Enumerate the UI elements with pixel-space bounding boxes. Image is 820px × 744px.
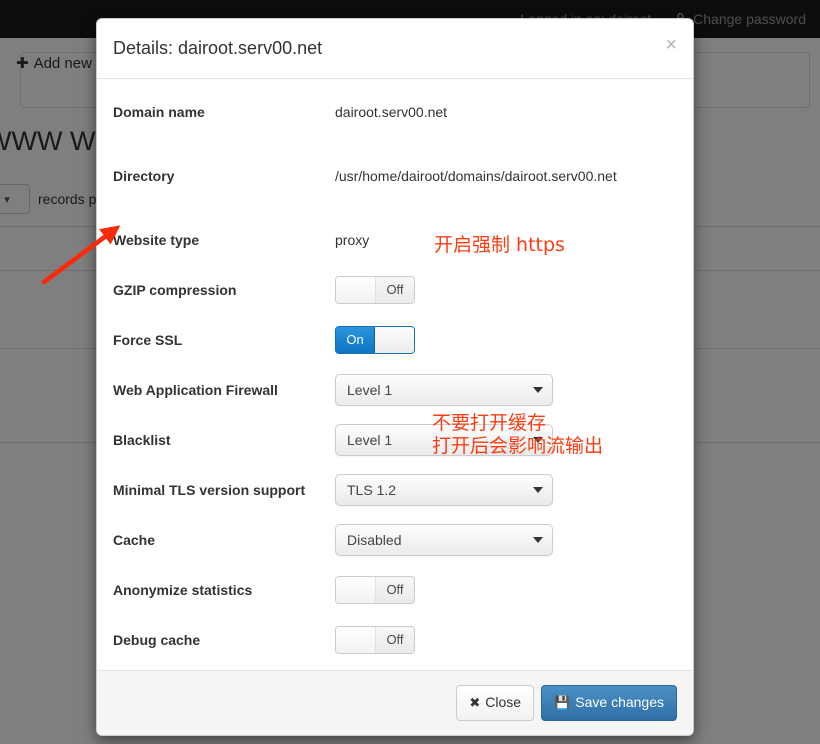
- row-spacer: [113, 456, 677, 474]
- toggle-state-label: Off: [375, 577, 414, 603]
- field-value-domain-name: dairoot.serv00.net: [335, 104, 447, 120]
- row-spacer: [113, 356, 677, 374]
- chevron-down-icon: [533, 537, 543, 543]
- chevron-down-icon: [533, 437, 543, 443]
- select-value: Level 1: [347, 382, 533, 398]
- chevron-down-icon: [533, 387, 543, 393]
- toggle-state-label: Off: [375, 277, 414, 303]
- modal-header: Details: dairoot.serv00.net ×: [97, 19, 693, 79]
- field-label: Directory: [113, 168, 335, 184]
- field-row-domain-name: Domain name dairoot.serv00.net: [113, 96, 677, 128]
- field-label: Web Application Firewall: [113, 382, 335, 398]
- debug-cache-toggle[interactable]: Off: [335, 626, 415, 654]
- field-label: Debug cache: [113, 632, 335, 648]
- row-spacer: [113, 256, 677, 274]
- select-value: TLS 1.2: [347, 482, 533, 498]
- row-spacer: [113, 192, 677, 224]
- field-label: GZIP compression: [113, 282, 335, 298]
- close-button-label: Close: [485, 693, 521, 713]
- close-icon[interactable]: ×: [665, 35, 677, 55]
- field-row-gzip-compression: GZIP compression Off: [113, 274, 677, 306]
- field-label: Website type: [113, 232, 335, 248]
- field-row-anonymize-statistics: Anonymize statistics Off: [113, 574, 677, 606]
- row-spacer: [113, 656, 677, 671]
- x-mark-icon: ✖: [469, 694, 480, 712]
- toggle-knob: [336, 577, 375, 603]
- gzip-compression-toggle[interactable]: Off: [335, 276, 415, 304]
- field-label: Cache: [113, 532, 335, 548]
- force-ssl-toggle[interactable]: On: [335, 326, 415, 354]
- blacklist-select[interactable]: Level 1: [335, 424, 553, 456]
- modal-title: Details: dairoot.serv00.net: [113, 36, 677, 62]
- website-details-modal: Details: dairoot.serv00.net × Domain nam…: [96, 18, 694, 736]
- field-row-website-type: Website type proxy: [113, 224, 677, 256]
- cache-select[interactable]: Disabled: [335, 524, 553, 556]
- field-row-directory: Directory /usr/home/dairoot/domains/dair…: [113, 160, 677, 192]
- save-changes-button[interactable]: 💾 Save changes: [541, 685, 677, 721]
- row-spacer: [113, 606, 677, 624]
- floppy-disk-icon: 💾: [554, 694, 570, 712]
- minimal-tls-version-select[interactable]: TLS 1.2: [335, 474, 553, 506]
- field-row-minimal-tls-version: Minimal TLS version support TLS 1.2: [113, 474, 677, 506]
- field-label: Anonymize statistics: [113, 582, 335, 598]
- close-button[interactable]: ✖ Close: [456, 685, 534, 721]
- toggle-state-label: On: [336, 327, 375, 353]
- row-spacer: [113, 506, 677, 524]
- web-application-firewall-select[interactable]: Level 1: [335, 374, 553, 406]
- toggle-knob: [336, 277, 375, 303]
- field-label: Minimal TLS version support: [113, 482, 335, 498]
- modal-body: Domain name dairoot.serv00.net Directory…: [97, 79, 693, 671]
- toggle-knob: [375, 327, 414, 353]
- row-spacer: [113, 128, 677, 160]
- chevron-down-icon: [533, 487, 543, 493]
- field-value-directory: /usr/home/dairoot/domains/dairoot.serv00…: [335, 168, 617, 184]
- save-button-label: Save changes: [575, 693, 664, 713]
- toggle-knob: [336, 627, 375, 653]
- select-value: Level 1: [347, 432, 533, 448]
- anonymize-statistics-toggle[interactable]: Off: [335, 576, 415, 604]
- toggle-state-label: Off: [375, 627, 414, 653]
- field-label: Force SSL: [113, 332, 335, 348]
- field-label: Blacklist: [113, 432, 335, 448]
- field-row-cache: Cache Disabled: [113, 524, 677, 556]
- modal-footer: ✖ Close 💾 Save changes: [97, 670, 693, 735]
- field-label: Domain name: [113, 104, 335, 120]
- field-row-web-application-firewall: Web Application Firewall Level 1: [113, 374, 677, 406]
- field-value-website-type: proxy: [335, 232, 369, 248]
- row-spacer: [113, 406, 677, 424]
- select-value: Disabled: [347, 532, 533, 548]
- field-row-force-ssl: Force SSL On: [113, 324, 677, 356]
- row-spacer: [113, 306, 677, 324]
- field-row-blacklist: Blacklist Level 1: [113, 424, 677, 456]
- field-row-debug-cache: Debug cache Off: [113, 624, 677, 656]
- row-spacer: [113, 556, 677, 574]
